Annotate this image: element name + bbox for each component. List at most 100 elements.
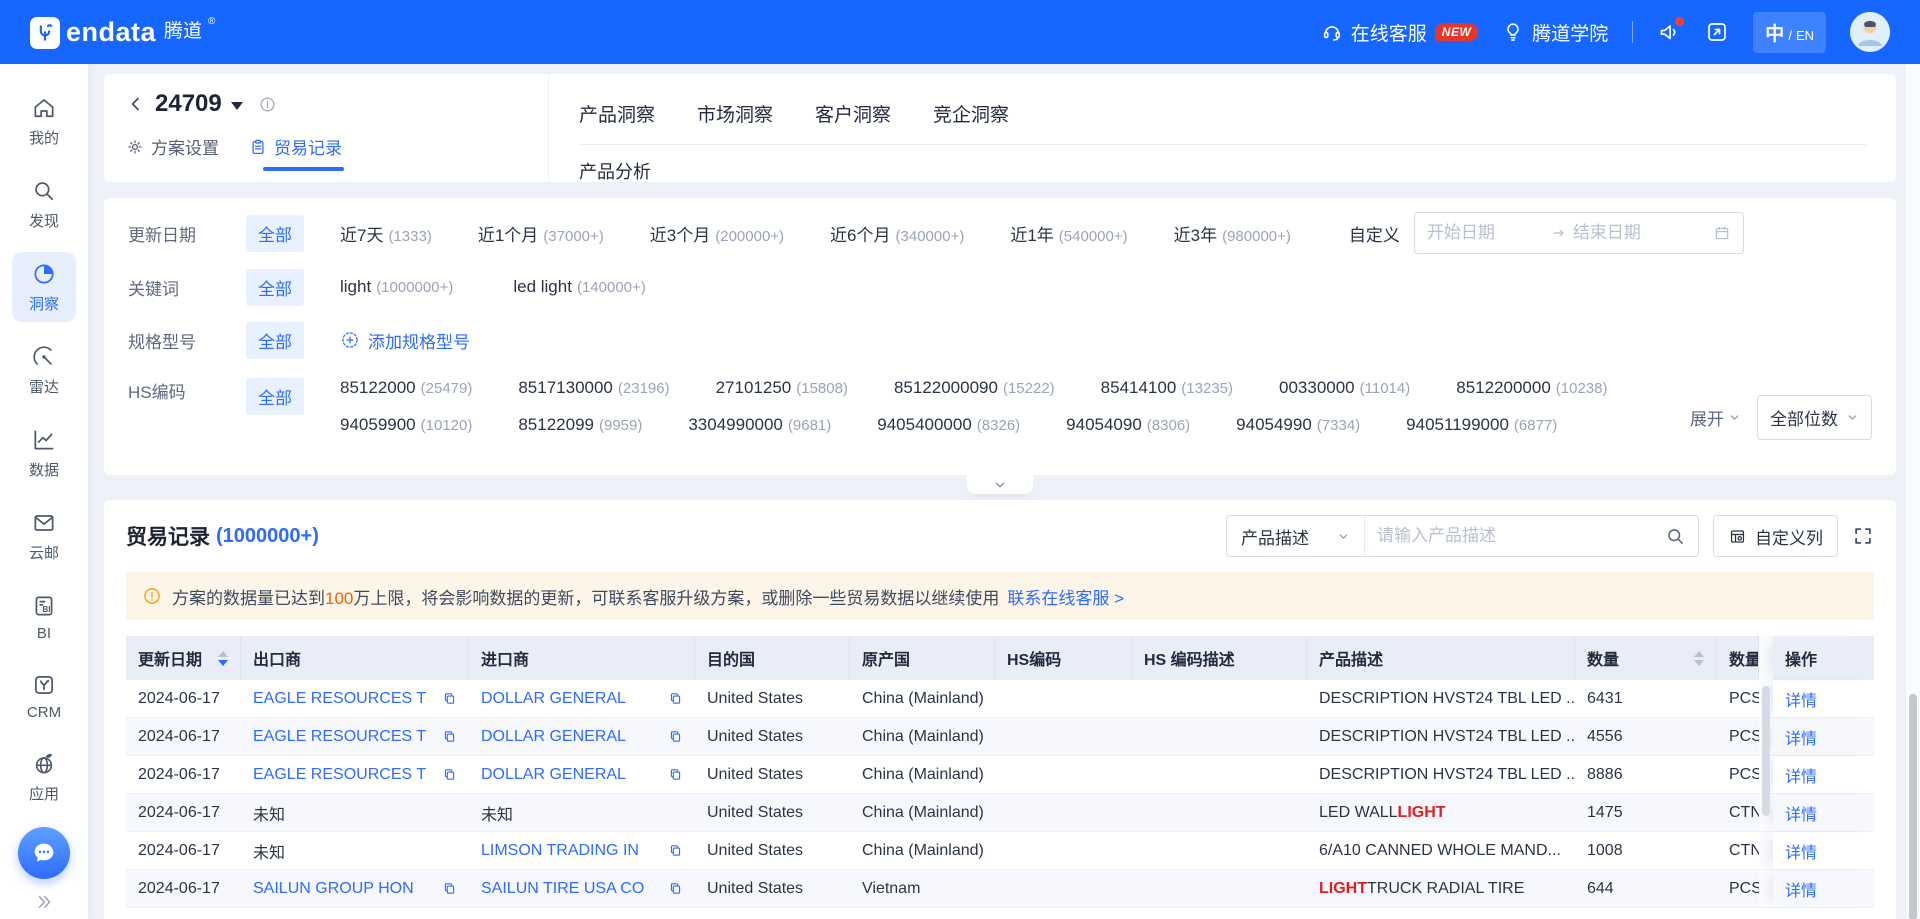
- copy-icon[interactable]: [442, 729, 457, 744]
- detail-link[interactable]: 详情: [1785, 877, 1817, 901]
- hs-code-option[interactable]: 85122000090(15222): [894, 378, 1055, 398]
- sidebar-item-radar[interactable]: 雷达: [12, 335, 76, 405]
- contact-service-link[interactable]: 联系在线客服 >: [1007, 584, 1124, 609]
- importer-link[interactable]: SAILUN TIRE USA CO: [481, 880, 660, 898]
- tab-market-insight[interactable]: 市场洞察: [697, 100, 773, 127]
- sort-control[interactable]: [218, 651, 228, 666]
- product-description-input[interactable]: [1365, 526, 1665, 546]
- hs-code-option[interactable]: 85122099(9959): [518, 415, 642, 435]
- search-icon[interactable]: [1665, 526, 1686, 547]
- importer-link[interactable]: LIMSON TRADING IN: [481, 842, 660, 860]
- page-scrollbar[interactable]: [1906, 64, 1920, 919]
- hs-code-option[interactable]: 8512200000(10238): [1456, 378, 1607, 398]
- col-quantity[interactable]: 数量: [1575, 636, 1717, 680]
- hs-code-option[interactable]: 00330000(11014): [1279, 378, 1410, 398]
- sidebar-item-apps[interactable]: 应用: [12, 742, 76, 812]
- sidebar-item-mail[interactable]: 云邮: [12, 501, 76, 571]
- hs-code-option[interactable]: 94051199000(6877): [1406, 415, 1557, 435]
- sidebar-expand-arrows[interactable]: [34, 893, 54, 911]
- table-scrollbar-track[interactable]: [1759, 832, 1773, 869]
- fullscreen-table-icon[interactable]: [1852, 525, 1874, 547]
- tab-scheme-settings[interactable]: 方案设置: [126, 134, 219, 171]
- importer-link[interactable]: DOLLAR GENERAL: [481, 766, 660, 784]
- academy-button[interactable]: 腾道学院: [1502, 19, 1608, 46]
- filter-all-chip[interactable]: 全部: [246, 378, 304, 415]
- filter-all-chip[interactable]: 全部: [246, 215, 304, 252]
- importer-link[interactable]: DOLLAR GENERAL: [481, 728, 660, 746]
- copy-icon[interactable]: [442, 881, 457, 896]
- filter-option[interactable]: 近3年(980000+): [1174, 221, 1291, 246]
- exporter-link[interactable]: EAGLE RESOURCES T: [253, 728, 434, 746]
- tab-product-analysis[interactable]: 产品分析: [579, 162, 651, 182]
- table-scrollbar-track[interactable]: [1759, 870, 1773, 907]
- table-scrollbar-thumb[interactable]: [1762, 686, 1770, 816]
- fullscreen-window-icon[interactable]: [1705, 20, 1729, 44]
- hs-code-option[interactable]: 94054990(7334): [1236, 415, 1360, 435]
- hs-code-option[interactable]: 9405400000(8326): [877, 415, 1020, 435]
- tendata-logo[interactable]: endata 腾道 ®: [30, 15, 215, 49]
- search-field-select[interactable]: 产品描述: [1227, 516, 1365, 556]
- exporter-link[interactable]: SAILUN GROUP HON: [253, 880, 434, 898]
- col-update-date[interactable]: 更新日期: [126, 636, 241, 680]
- online-service-button[interactable]: 在线客服 NEW: [1321, 19, 1479, 46]
- language-switch[interactable]: 中 / EN: [1753, 12, 1826, 53]
- filter-option[interactable]: led light(140000+): [513, 277, 645, 297]
- sidebar-item-mine[interactable]: 我的: [12, 86, 76, 156]
- tab-trade-records[interactable]: 贸易记录: [249, 134, 342, 171]
- hs-code-option[interactable]: 94054090(8306): [1066, 415, 1190, 435]
- start-date-input[interactable]: [1427, 223, 1545, 243]
- copy-icon[interactable]: [442, 691, 457, 706]
- announcement-icon[interactable]: [1657, 20, 1681, 44]
- hs-code-option[interactable]: 3304990000(9681): [688, 415, 831, 435]
- table-scrollbar-track[interactable]: [1759, 636, 1773, 680]
- add-spec-button[interactable]: 添加规格型号: [340, 328, 470, 353]
- hs-code-option[interactable]: 85122000(25479): [340, 378, 472, 398]
- custom-columns-button[interactable]: 自定义列: [1713, 515, 1838, 557]
- exporter-link[interactable]: EAGLE RESOURCES T: [253, 766, 434, 784]
- copy-icon[interactable]: [668, 881, 683, 896]
- filter-option[interactable]: 近1年(540000+): [1010, 221, 1127, 246]
- filter-option[interactable]: 近1个月(37000+): [478, 221, 604, 246]
- sidebar-item-insight[interactable]: 洞察: [12, 252, 76, 322]
- chat-button[interactable]: [18, 827, 70, 879]
- digits-select[interactable]: 全部位数: [1757, 395, 1872, 440]
- date-range-picker[interactable]: [1414, 212, 1744, 254]
- importer-link[interactable]: DOLLAR GENERAL: [481, 690, 660, 708]
- detail-link[interactable]: 详情: [1785, 763, 1817, 787]
- detail-link[interactable]: 详情: [1785, 801, 1817, 825]
- copy-icon[interactable]: [668, 729, 683, 744]
- detail-link[interactable]: 详情: [1785, 839, 1817, 863]
- filter-option[interactable]: 近7天(1333): [340, 221, 432, 246]
- sidebar-item-bi[interactable]: BI BI: [12, 584, 76, 650]
- detail-link[interactable]: 详情: [1785, 687, 1817, 711]
- copy-icon[interactable]: [668, 843, 683, 858]
- tab-competitor-insight[interactable]: 竞企洞察: [933, 100, 1009, 127]
- filter-option[interactable]: 近6个月(340000+): [830, 221, 964, 246]
- info-icon[interactable]: [258, 95, 277, 114]
- sidebar-item-crm[interactable]: CRM: [12, 663, 76, 729]
- hs-code-option[interactable]: 94059900(10120): [340, 415, 472, 435]
- scheme-dropdown-caret[interactable]: [231, 102, 243, 110]
- hs-code-option[interactable]: 8517130000(23196): [518, 378, 669, 398]
- back-icon[interactable]: [126, 94, 146, 114]
- detail-link[interactable]: 详情: [1785, 725, 1817, 749]
- custom-date-label[interactable]: 自定义: [1349, 221, 1400, 246]
- sidebar-item-discover[interactable]: 发现: [12, 169, 76, 239]
- avatar[interactable]: [1850, 12, 1890, 52]
- expand-toggle[interactable]: 展开: [1690, 405, 1741, 430]
- tab-customer-insight[interactable]: 客户洞察: [815, 100, 891, 127]
- sort-control[interactable]: [1694, 651, 1704, 666]
- filter-all-chip[interactable]: 全部: [246, 322, 304, 359]
- copy-icon[interactable]: [442, 767, 457, 782]
- filter-option[interactable]: 近3个月(200000+): [650, 221, 784, 246]
- page-scrollbar-thumb[interactable]: [1909, 694, 1917, 919]
- hs-code-option[interactable]: 85414100(13235): [1101, 378, 1233, 398]
- filter-collapse-tab[interactable]: [967, 475, 1033, 494]
- sidebar-item-data[interactable]: 数据: [12, 418, 76, 488]
- copy-icon[interactable]: [668, 691, 683, 706]
- copy-icon[interactable]: [668, 767, 683, 782]
- filter-all-chip[interactable]: 全部: [246, 269, 304, 306]
- tab-product-insight[interactable]: 产品洞察: [579, 100, 655, 127]
- exporter-link[interactable]: EAGLE RESOURCES T: [253, 690, 434, 708]
- end-date-input[interactable]: [1573, 223, 1691, 243]
